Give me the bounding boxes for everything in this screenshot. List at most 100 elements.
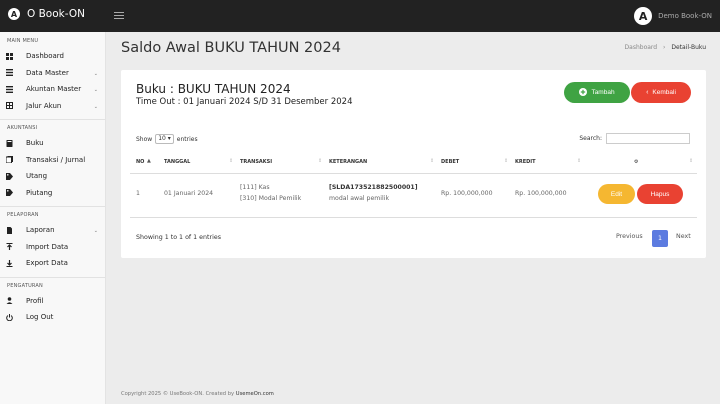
- table-bottom-divider: [130, 217, 697, 218]
- sidebar-item-import-data[interactable]: Import Data: [0, 239, 105, 256]
- list-icon: [6, 85, 13, 93]
- tag-icon: [6, 189, 13, 197]
- footer-link[interactable]: UsemeOn.com: [236, 391, 274, 397]
- power-icon: [6, 313, 13, 321]
- brand[interactable]: A O Book-ON: [8, 8, 85, 20]
- column-header-transaksi[interactable]: TRANSAKSI: [240, 159, 272, 165]
- show-label: Show: [136, 135, 153, 143]
- column-header-tanggal[interactable]: TANGGAL: [164, 159, 190, 165]
- chevron-down-icon: ⌄: [93, 70, 98, 77]
- sidebar-item-piutang[interactable]: Piutang: [0, 185, 105, 202]
- pagination-next[interactable]: Next: [676, 233, 691, 240]
- sort-icon: ⇕: [229, 158, 234, 164]
- sidebar-item-label: Import Data: [26, 242, 69, 251]
- sidebar-item-label: Data Master: [26, 68, 69, 77]
- user-menu[interactable]: A Demo Book-ON: [634, 7, 712, 25]
- cell-keterangan-text: modal awal pemilik: [329, 195, 390, 202]
- sort-icon: ⇕: [318, 158, 323, 164]
- journal-icon: [6, 156, 13, 164]
- edit-button[interactable]: Edit: [598, 184, 635, 204]
- plus-circle-icon: [579, 87, 588, 98]
- sidebar-item-label: Jalur Akun: [26, 101, 62, 110]
- sidebar-divider: [0, 206, 105, 207]
- breadcrumb-current: Detail-Buku: [671, 44, 706, 51]
- sidebar-item-transaksi[interactable]: Transaksi / Jurnal: [0, 152, 105, 169]
- menu-toggle-icon[interactable]: [114, 10, 124, 21]
- breadcrumb-separator: ›: [663, 44, 666, 51]
- cell-no: 1: [136, 190, 140, 197]
- avatar: A: [634, 7, 653, 25]
- sidebar-item-label: Dashboard: [26, 52, 64, 61]
- table-search: Search:: [579, 133, 690, 144]
- sidebar-item-dashboard[interactable]: Dashboard: [0, 48, 105, 65]
- download-icon: [6, 259, 13, 267]
- brand-name: O Book-ON: [27, 8, 85, 20]
- file-icon: [6, 226, 13, 234]
- user-name: Demo Book-ON: [658, 12, 712, 20]
- column-header-no[interactable]: NO: [136, 159, 144, 165]
- entries-select[interactable]: 10 ▾: [155, 134, 174, 144]
- delete-button-label: Hapus: [650, 190, 670, 198]
- breadcrumb-home-link[interactable]: Dashboard: [625, 44, 658, 51]
- sort-icon: ⇕: [504, 158, 509, 164]
- sort-asc-icon: ▲: [147, 158, 151, 164]
- sidebar-item-buku[interactable]: Buku: [0, 135, 105, 152]
- back-button[interactable]: ‹ Kembali: [631, 82, 691, 103]
- column-header-keterangan[interactable]: KETERANGAN: [329, 159, 367, 165]
- sort-icon: ⇕: [430, 158, 435, 164]
- footer: Copyright 2025 © UseBook-ON. Created by …: [121, 391, 274, 397]
- sidebar-item-akuntan-master[interactable]: Akuntan Master ⌄: [0, 81, 105, 98]
- sort-icon: ⇕: [689, 158, 694, 164]
- table-info: Showing 1 to 1 of 1 entries: [136, 234, 221, 241]
- chevron-down-icon: ⌄: [93, 87, 98, 93]
- table-header-divider: [130, 173, 697, 174]
- sidebar-item-label: Piutang: [26, 188, 53, 197]
- column-header-kredit[interactable]: KREDIT: [515, 159, 536, 165]
- chevron-down-icon: ⌄: [93, 228, 98, 234]
- cell-transaksi-credit: [310] Modal Pemilik: [240, 195, 302, 202]
- tag-icon: [6, 172, 13, 180]
- entries-label: entries: [176, 135, 198, 143]
- book-timeout: Time Out : 01 Januari 2024 S/D 31 Desemb…: [136, 97, 353, 107]
- sidebar-item-label: Log Out: [26, 313, 54, 322]
- add-button[interactable]: Tambah: [564, 82, 630, 103]
- brand-logo-icon: A: [8, 8, 20, 20]
- sidebar-item-laporan[interactable]: Laporan ⌄: [0, 222, 105, 239]
- cell-keterangan-code: [SLDA173521882500001]: [329, 184, 418, 191]
- sidebar-item-data-master[interactable]: Data Master ⌄: [0, 65, 105, 82]
- cell-debet: Rp. 100,000,000: [441, 190, 493, 197]
- grid-icon: [6, 102, 13, 110]
- sidebar-divider: [0, 276, 105, 278]
- chevron-down-icon: ⌄: [93, 103, 98, 110]
- back-button-label: Kembali: [652, 89, 676, 96]
- detail-card: Buku : BUKU TAHUN 2024 Time Out : 01 Jan…: [121, 70, 706, 258]
- list-icon: [6, 69, 13, 77]
- sidebar-item-profil[interactable]: Profil: [0, 293, 105, 310]
- sidebar-item-label: Utang: [26, 172, 48, 181]
- delete-button[interactable]: Hapus: [637, 184, 683, 204]
- search-input[interactable]: [606, 133, 690, 144]
- dashboard-icon: [6, 52, 13, 60]
- chevron-left-icon: ‹: [646, 89, 649, 96]
- sidebar-item-jalur-akun[interactable]: Jalur Akun ⌄: [0, 98, 105, 115]
- sidebar-item-export-data[interactable]: Export Data: [0, 255, 105, 272]
- pagination-page-1[interactable]: 1: [652, 230, 668, 247]
- book-title: Buku : BUKU TAHUN 2024: [136, 82, 291, 96]
- pagination-previous[interactable]: Previous: [616, 233, 643, 240]
- cell-kredit: Rp. 100,000,000: [515, 190, 567, 197]
- sidebar-item-label: Transaksi / Jurnal: [26, 155, 86, 164]
- page-title: Saldo Awal BUKU TAHUN 2024: [121, 40, 341, 56]
- column-header-debet[interactable]: DEBET: [441, 159, 459, 165]
- sidebar-item-utang[interactable]: Utang: [0, 168, 105, 185]
- page-length-control: Show 10 ▾ entries: [136, 134, 198, 144]
- user-icon: [6, 297, 13, 305]
- footer-text: Copyright 2025 © UseBook-ON. Created by: [121, 391, 235, 397]
- column-header-actions-gear-icon[interactable]: ⚙: [634, 159, 638, 165]
- sidebar: MAIN MENU Dashboard Data Master ⌄ Akunta…: [0, 32, 106, 404]
- import-icon: [6, 243, 13, 251]
- cell-transaksi-debit: [111] Kas: [240, 184, 270, 191]
- sidebar-item-log-out[interactable]: Log Out: [0, 309, 105, 326]
- top-bar: A O Book-ON A Demo Book-ON: [0, 0, 720, 32]
- sidebar-item-label: Laporan: [26, 226, 55, 235]
- sidebar-item-label: Profil: [26, 296, 44, 305]
